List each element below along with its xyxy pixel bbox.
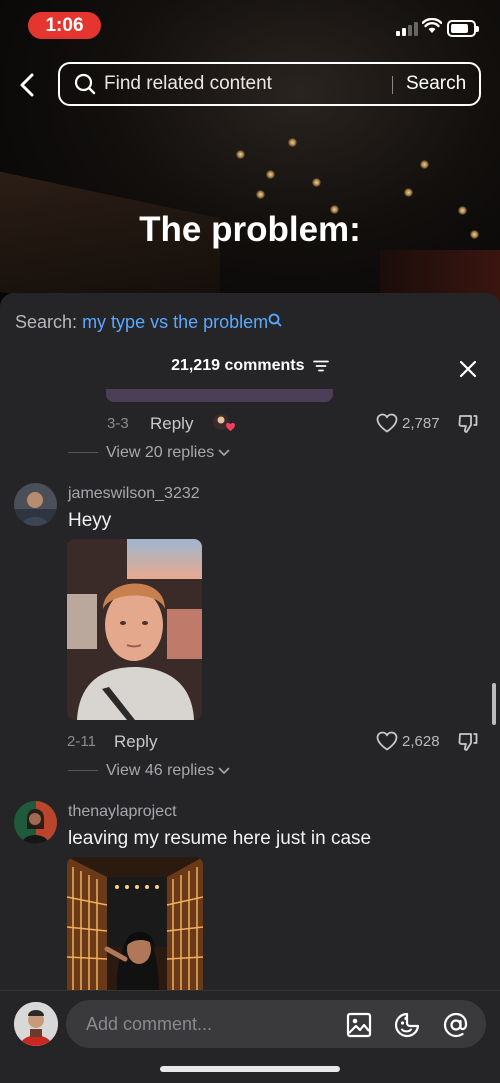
video-lamp: [236, 150, 245, 159]
search-icon: [74, 73, 96, 95]
home-indicator: [160, 1066, 340, 1072]
search-term-icon: [268, 313, 282, 327]
reply-button[interactable]: Reply: [150, 414, 193, 434]
dislike-icon[interactable]: [457, 731, 479, 753]
scrollbar[interactable]: [492, 683, 496, 725]
add-comment-placeholder: Add comment...: [86, 1014, 213, 1034]
video-lamp: [420, 160, 429, 169]
comment-image[interactable]: [67, 539, 202, 720]
status-time: 1:06: [28, 12, 101, 39]
dislike-icon[interactable]: [457, 413, 479, 435]
view-replies-label: View 46 replies: [106, 762, 215, 779]
comment-username[interactable]: thenaylaproject: [68, 803, 177, 821]
comment-username[interactable]: jameswilson_3232: [68, 485, 200, 503]
comment-composer: Add comment...: [0, 990, 500, 1083]
comment-image[interactable]: [67, 857, 203, 997]
like-count: 2,628: [402, 733, 440, 750]
wifi-icon: [422, 18, 442, 33]
comments-sheet: Search: my type vs the problem 21,219 co…: [0, 293, 500, 1083]
avatar[interactable]: [14, 483, 57, 526]
close-icon[interactable]: [458, 359, 478, 379]
comment-date: 2-11: [67, 733, 96, 750]
related-search-prefix: Search:: [15, 312, 78, 332]
back-arrow-icon: [20, 73, 34, 97]
filter-icon[interactable]: [313, 360, 329, 372]
battery-icon: [447, 20, 479, 37]
add-comment-input[interactable]: Add comment...: [66, 1000, 486, 1048]
comments-count-header[interactable]: 21,219 comments: [0, 357, 500, 375]
creator-liked-avatar: [213, 414, 235, 431]
avatar[interactable]: [14, 801, 57, 844]
search-divider: [392, 76, 393, 94]
cellular-signal-icon: [396, 22, 418, 36]
reply-button[interactable]: Reply: [114, 732, 157, 752]
like-count: 2,787: [402, 415, 440, 432]
view-replies-button[interactable]: View 20 replies: [68, 444, 230, 462]
comment-image[interactable]: [106, 389, 333, 402]
heart-icon[interactable]: [376, 731, 398, 751]
search-bar[interactable]: Find related content Search: [58, 62, 481, 106]
view-replies-button[interactable]: View 46 replies: [68, 762, 230, 780]
view-replies-label: View 20 replies: [106, 444, 215, 461]
comment-text: Heyy: [68, 510, 112, 531]
my-avatar[interactable]: [14, 1002, 58, 1046]
video-lamp: [404, 188, 413, 197]
video-lamp: [288, 138, 297, 147]
video-lamp: [256, 190, 265, 199]
comment-date: 3-3: [107, 415, 129, 432]
chevron-down-icon: [218, 449, 230, 456]
comments-count: 21,219 comments: [171, 357, 305, 374]
comment-text: leaving my resume here just in case: [68, 828, 372, 849]
video-overlay-text: The problem:: [139, 210, 361, 249]
emoji-icon[interactable]: [394, 1012, 420, 1038]
back-button[interactable]: [14, 70, 42, 100]
replies-divider: [68, 452, 98, 454]
related-search-term[interactable]: my type vs the problem: [82, 312, 268, 332]
replies-divider: [68, 770, 98, 772]
search-input[interactable]: Find related content: [104, 64, 272, 104]
related-search[interactable]: Search: my type vs the problem: [15, 312, 282, 333]
video-lamp: [312, 178, 321, 187]
mention-icon[interactable]: [443, 1012, 469, 1038]
heart-icon[interactable]: [376, 413, 398, 433]
image-icon[interactable]: [346, 1012, 372, 1038]
video-lamp: [266, 170, 275, 179]
status-bar: 1:06: [0, 0, 500, 50]
chevron-down-icon: [218, 767, 230, 774]
search-button[interactable]: Search: [406, 64, 466, 104]
